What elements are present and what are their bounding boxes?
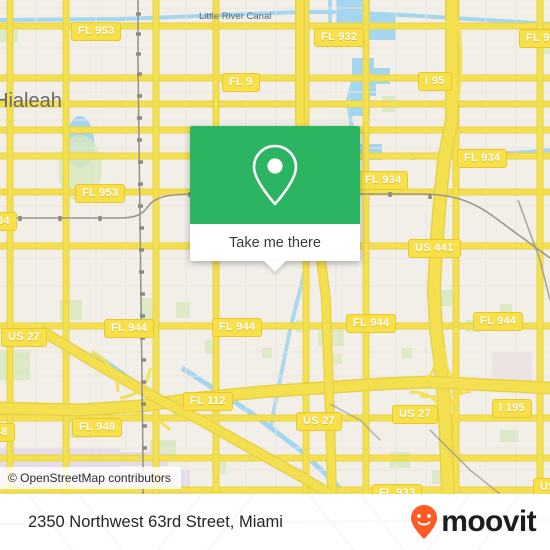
location-pin-icon [252, 144, 298, 206]
location-popup-card[interactable]: Take me there [190, 126, 360, 272]
road-shield[interactable]: FL 944 [212, 318, 263, 337]
road-shield[interactable]: FL 934 [358, 171, 409, 190]
road-shield[interactable]: US 441 [408, 239, 461, 258]
map-attribution[interactable]: © OpenStreetMap contributors [0, 467, 181, 489]
road-shield[interactable]: US [533, 478, 550, 494]
road-shield[interactable]: FL 944 [473, 312, 524, 331]
moovit-brand-logo: moovit [409, 504, 537, 540]
road-shield[interactable]: FL 9 [519, 29, 550, 48]
road-shield[interactable]: FL 953 [71, 22, 122, 41]
take-me-there-button[interactable]: Take me there [190, 224, 360, 272]
road-shield[interactable]: US 27 [392, 405, 439, 424]
road-shield[interactable]: FL 948 [72, 418, 123, 437]
road-shield[interactable]: 48 [0, 423, 15, 442]
address-label: 2350 Northwest 63rd Street, Miami [28, 512, 283, 531]
water-label-little-river-canal: Little River Canal [199, 11, 272, 22]
take-me-there-label: Take me there [229, 234, 321, 251]
moovit-wordmark: moovit [441, 505, 536, 538]
road-shield[interactable]: FL 944 [346, 314, 397, 333]
map-canvas[interactable]: .rd { stroke:#f4e04f; fill:none; stroke-… [0, 0, 550, 494]
moovit-pin-icon [411, 505, 438, 539]
road-shield[interactable]: FL 9 [222, 73, 260, 92]
moovit-map-screen: .rd { stroke:#f4e04f; fill:none; stroke-… [0, 0, 550, 550]
road-shield[interactable]: US 27 [296, 412, 343, 431]
road-shield[interactable]: FL 112 [183, 392, 233, 411]
road-shield[interactable]: US 27 [1, 328, 48, 347]
road-shield[interactable]: I 195 [492, 399, 532, 418]
road-shield[interactable]: FL 933 [372, 484, 423, 494]
road-shield[interactable]: FL 944 [104, 319, 155, 338]
road-shield[interactable]: FL 932 [314, 28, 365, 47]
popup-pointer-tail [264, 261, 286, 272]
popup-image-placeholder [190, 126, 360, 224]
bottom-info-bar: 2350 Northwest 63rd Street, Miami moovit [0, 494, 550, 550]
place-label-hialeah: Hialeah [0, 90, 62, 112]
road-shield[interactable]: FL 953 [75, 184, 126, 203]
road-shield[interactable]: 34 [0, 212, 17, 231]
road-shield[interactable]: I 95 [418, 72, 452, 91]
road-shield[interactable]: FL 934 [457, 149, 508, 168]
